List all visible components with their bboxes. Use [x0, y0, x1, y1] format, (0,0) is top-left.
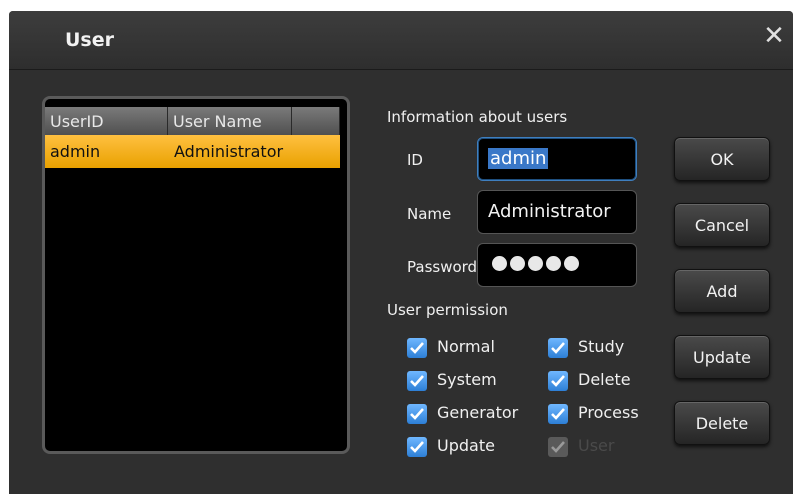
add-button[interactable]: Add	[674, 269, 770, 313]
password-dot	[528, 256, 543, 271]
checkbox-icon[interactable]	[407, 404, 427, 424]
cell-username: Administrator	[174, 142, 284, 161]
id-field[interactable]: admin	[477, 137, 637, 181]
ok-button[interactable]: OK	[674, 137, 770, 181]
table-row[interactable]: admin Administrator	[45, 135, 340, 168]
cell-userid: admin	[50, 142, 101, 161]
close-icon[interactable]: ✕	[761, 21, 787, 51]
password-dot	[564, 256, 579, 271]
permission-label: Generator	[437, 403, 519, 422]
password-dot	[510, 256, 525, 271]
permission-label: System	[437, 370, 497, 389]
permission-label: Normal	[437, 337, 495, 356]
name-field[interactable]: Administrator	[477, 190, 637, 234]
info-section-label: Information about users	[387, 108, 568, 126]
user-list[interactable]: UserID User Name admin Administrator	[42, 96, 350, 454]
checkbox-icon[interactable]	[548, 404, 568, 424]
permission-label: User	[578, 436, 615, 455]
checkbox-icon[interactable]	[548, 371, 568, 391]
permission-label: Delete	[578, 370, 631, 389]
checkbox-icon[interactable]	[548, 338, 568, 358]
permission-label: Process	[578, 403, 639, 422]
dialog-title: User	[65, 29, 114, 51]
column-header-username[interactable]: User Name	[168, 107, 292, 135]
checkbox-icon[interactable]	[407, 371, 427, 391]
checkbox-icon	[548, 437, 568, 457]
name-label: Name	[407, 205, 452, 223]
password-label: Password	[407, 258, 478, 276]
id-label: ID	[407, 151, 423, 169]
cancel-button[interactable]: Cancel	[674, 203, 770, 247]
password-dot	[492, 256, 507, 271]
permission-section-label: User permission	[387, 301, 508, 319]
permission-label: Study	[578, 337, 625, 356]
update-button[interactable]: Update	[674, 335, 770, 379]
checkbox-icon[interactable]	[407, 437, 427, 457]
column-header-userid[interactable]: UserID	[45, 107, 168, 135]
permission-label: Update	[437, 436, 495, 455]
title-bar: User ✕	[9, 11, 793, 70]
column-header-empty[interactable]	[292, 107, 340, 135]
delete-button[interactable]: Delete	[674, 401, 770, 445]
password-dot	[546, 256, 561, 271]
checkbox-icon[interactable]	[407, 338, 427, 358]
name-field-value: Administrator	[488, 201, 611, 222]
user-list-header: UserID User Name	[45, 107, 347, 135]
id-field-value: admin	[488, 148, 549, 169]
password-mask	[492, 256, 582, 275]
password-field[interactable]	[477, 243, 637, 287]
